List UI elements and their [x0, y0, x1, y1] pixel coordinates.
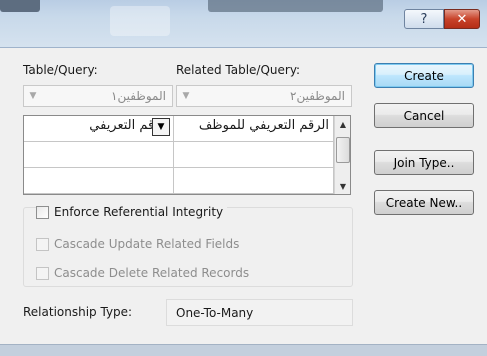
cascade-delete-label: Cascade Delete Related Records: [54, 266, 250, 280]
relationship-type-value: One-To-Many: [166, 299, 353, 326]
title-bar-shadow: [208, 0, 383, 12]
chevron-down-icon: ▼: [29, 91, 37, 101]
join-type-button[interactable]: Join Type..: [374, 150, 474, 175]
table-query-select[interactable]: ▼ الموظفين١: [23, 85, 173, 107]
grid-cell-right[interactable]: [174, 168, 334, 194]
cascade-update-checkbox[interactable]: Cascade Update Related Fields: [36, 237, 239, 251]
relationship-type-text: One-To-Many: [176, 306, 254, 320]
grid-cell-left[interactable]: [24, 168, 174, 194]
related-table-query-select[interactable]: ▼ الموظفين٢: [176, 85, 352, 107]
create-button[interactable]: Create: [374, 63, 474, 88]
field-grid: الرقم التعريفي ▼ الرقم التعريفي للموظف ▲…: [23, 115, 351, 195]
checkbox-box[interactable]: [36, 266, 49, 280]
grid-cell-right[interactable]: [174, 142, 334, 168]
window-bottom-edge: [0, 344, 487, 356]
grid-cell-left[interactable]: الرقم التعريفي ▼: [24, 116, 174, 142]
help-button[interactable]: ?: [404, 9, 444, 29]
title-bar: ? ✕: [0, 0, 487, 48]
table-query-value: الموظفين١: [111, 89, 166, 103]
title-bar-shadow: [0, 0, 40, 12]
help-icon: ?: [420, 11, 428, 27]
chevron-down-icon: ▼: [182, 91, 190, 101]
close-button[interactable]: ✕: [444, 9, 480, 29]
table-query-label: Table/Query:: [23, 63, 98, 77]
scroll-down-icon[interactable]: ▼: [335, 178, 351, 194]
title-bar-glass: [110, 6, 170, 36]
scroll-thumb[interactable]: [336, 137, 350, 163]
checkbox-box[interactable]: [36, 205, 49, 219]
cascade-delete-checkbox[interactable]: Cascade Delete Related Records: [36, 266, 249, 280]
scroll-up-icon[interactable]: ▲: [335, 116, 351, 132]
grid-cell-right[interactable]: الرقم التعريفي للموظف: [174, 116, 334, 142]
cascade-update-label: Cascade Update Related Fields: [54, 237, 240, 251]
grid-cell-left[interactable]: [24, 142, 174, 168]
related-table-query-label: Related Table/Query:: [176, 63, 301, 77]
enforce-integrity-checkbox[interactable]: Enforce Referential Integrity: [36, 205, 228, 219]
relationship-type-label: Relationship Type:: [23, 305, 133, 319]
checkbox-box[interactable]: [36, 237, 49, 251]
create-new-button[interactable]: Create New..: [374, 190, 474, 215]
grid-cell-text: الرقم التعريفي للموظف: [198, 118, 329, 133]
cancel-button[interactable]: Cancel: [374, 103, 474, 128]
close-icon: ✕: [456, 11, 468, 27]
related-table-query-value: الموظفين٢: [290, 89, 345, 103]
field-dropdown-button[interactable]: ▼: [152, 118, 170, 136]
enforce-integrity-label: Enforce Referential Integrity: [54, 205, 224, 219]
grid-scrollbar[interactable]: ▲ ▼: [334, 116, 350, 194]
